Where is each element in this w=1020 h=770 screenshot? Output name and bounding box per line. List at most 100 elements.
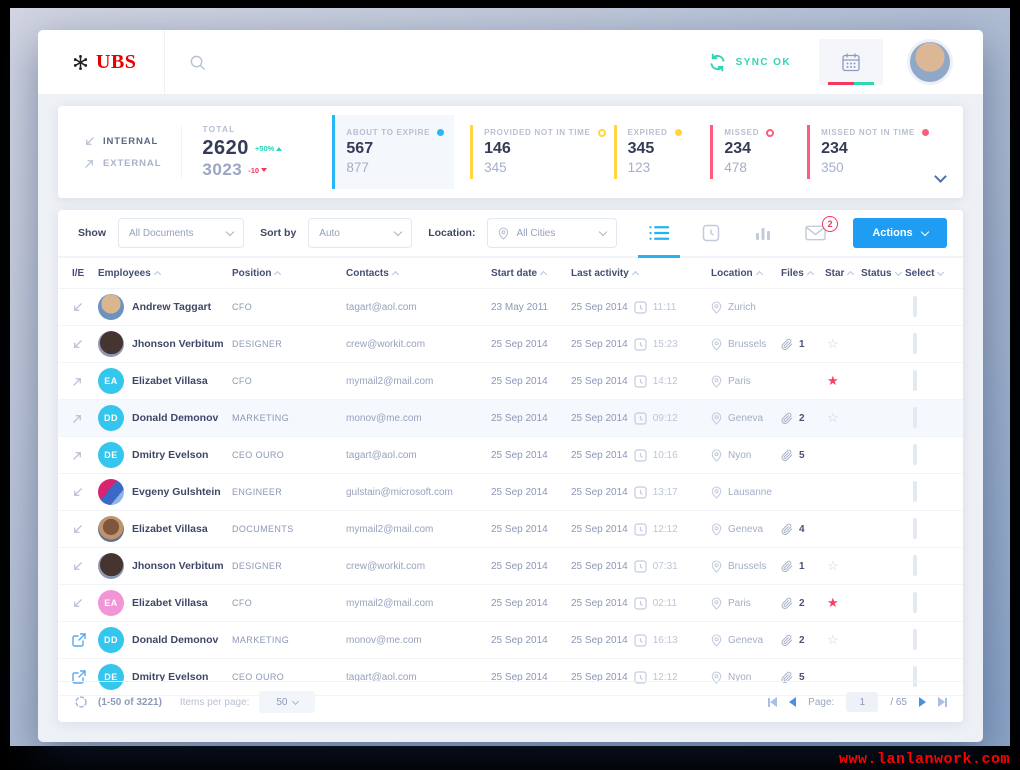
employee-name[interactable]: Jhonson Verbitum xyxy=(132,338,232,350)
employee-name[interactable]: Dmitry Evelson xyxy=(132,449,232,461)
stat-card-missed[interactable]: MISSED 234 478 xyxy=(710,125,799,179)
row-checkbox[interactable] xyxy=(913,370,917,391)
col-header-star[interactable]: Star xyxy=(825,268,861,279)
col-header-contacts[interactable]: Contacts xyxy=(346,268,491,279)
star-outline-icon[interactable]: ☆ xyxy=(827,632,839,647)
employee-name[interactable]: Donald Demonov xyxy=(132,634,232,646)
row-checkbox[interactable] xyxy=(913,481,917,502)
col-header-employees[interactable]: Employees xyxy=(98,268,232,279)
star-cell[interactable]: ☆ xyxy=(825,557,861,575)
star-cell[interactable]: ★ xyxy=(825,372,861,390)
next-page-button[interactable] xyxy=(919,697,926,707)
employee-initials-avatar[interactable]: EA xyxy=(98,368,124,394)
employee-name[interactable]: Jhonson Verbitum xyxy=(132,560,232,572)
files-cell[interactable]: 4 xyxy=(781,523,825,536)
row-checkbox[interactable] xyxy=(913,629,917,650)
actions-button[interactable]: Actions xyxy=(853,218,947,248)
table-row[interactable]: DD Donald Demonov MARKETING monov@me.com 25 … xyxy=(58,400,963,437)
star-cell[interactable]: ☆ xyxy=(825,335,861,353)
table-row[interactable]: Jhonson Verbitum DESIGNER crew@workit.com 2… xyxy=(58,548,963,585)
select-cell[interactable] xyxy=(905,518,949,539)
table-row[interactable]: DD Donald Demonov MARKETING monov@me.com 25 … xyxy=(58,622,963,659)
employee-name[interactable]: Elizabet Villasa xyxy=(132,375,232,387)
table-row[interactable]: Andrew Taggart CFO tagart@aol.com 23 May 20… xyxy=(58,289,963,326)
col-header-start-date[interactable]: Start date xyxy=(491,268,571,279)
star-cell[interactable]: ★ xyxy=(825,594,861,612)
row-checkbox[interactable] xyxy=(913,518,917,539)
prev-page-button[interactable] xyxy=(789,697,797,707)
stat-card-missed-not-in-time[interactable]: MISSED NOT IN TIME 234 350 xyxy=(807,125,929,179)
select-cell[interactable] xyxy=(905,555,949,576)
table-row[interactable]: Elizabet Villasa DOCUMENTS mymail2@mail.co… xyxy=(58,511,963,548)
items-per-page-select[interactable]: 50 xyxy=(259,691,316,713)
employee-initials-avatar[interactable]: DD xyxy=(98,627,124,653)
row-checkbox[interactable] xyxy=(913,592,917,613)
employee-name[interactable]: Donald Demonov xyxy=(132,412,232,424)
stat-card-provided-not-in-time[interactable]: PROVIDED NOT IN TIME 146 345 xyxy=(470,125,606,179)
list-view-button[interactable] xyxy=(633,210,685,258)
calendar-button[interactable] xyxy=(819,39,883,85)
stat-card-expired[interactable]: EXPIRED 345 123 xyxy=(613,125,703,179)
row-checkbox[interactable] xyxy=(913,333,917,354)
employee-initials-avatar[interactable]: DE xyxy=(98,442,124,468)
select-cell[interactable] xyxy=(905,407,949,428)
row-checkbox[interactable] xyxy=(913,407,917,428)
select-cell[interactable] xyxy=(905,444,949,465)
select-cell[interactable] xyxy=(905,629,949,650)
row-checkbox[interactable] xyxy=(913,444,917,465)
files-cell[interactable]: 1 xyxy=(781,338,825,351)
star-filled-icon[interactable]: ★ xyxy=(827,595,839,610)
files-cell[interactable]: 2 xyxy=(781,412,825,425)
star-cell[interactable]: ☆ xyxy=(825,409,861,427)
star-outline-icon[interactable]: ☆ xyxy=(827,558,839,573)
select-cell[interactable] xyxy=(905,481,949,502)
employee-photo-avatar[interactable] xyxy=(98,331,124,357)
col-header-status[interactable]: Status xyxy=(861,268,905,279)
search-icon[interactable] xyxy=(189,54,206,71)
files-cell[interactable]: 2 xyxy=(781,597,825,610)
chart-view-button[interactable] xyxy=(737,210,789,256)
files-cell[interactable]: 1 xyxy=(781,560,825,573)
stats-expand-chevron-icon[interactable] xyxy=(934,170,947,188)
table-row[interactable]: EA Elizabet Villasa CFO mymail2@mail.com 25 … xyxy=(58,585,963,622)
table-row[interactable]: EA Elizabet Villasa CFO mymail2@mail.com 25 … xyxy=(58,363,963,400)
col-header-last-activity[interactable]: Last activity xyxy=(571,268,711,279)
select-cell[interactable] xyxy=(905,333,949,354)
star-filled-icon[interactable]: ★ xyxy=(827,373,839,388)
mail-view-button[interactable]: 2 xyxy=(789,210,841,256)
employee-name[interactable]: Evgeny Gulshtein xyxy=(132,486,232,498)
refresh-icon[interactable] xyxy=(74,695,88,709)
employee-name[interactable]: Elizabet Villasa xyxy=(132,597,232,609)
col-header-location[interactable]: Location xyxy=(711,268,781,279)
star-outline-icon[interactable]: ☆ xyxy=(827,410,839,425)
employee-name[interactable]: Andrew Taggart xyxy=(132,301,232,313)
files-cell[interactable]: 2 xyxy=(781,634,825,647)
sort-select[interactable]: Auto xyxy=(308,218,413,248)
sync-status-button[interactable]: SYNC OK xyxy=(708,53,791,72)
select-cell[interactable] xyxy=(905,592,949,613)
report-view-button[interactable] xyxy=(685,210,737,256)
documents-select[interactable]: All Documents xyxy=(118,218,245,248)
employee-name[interactable]: Elizabet Villasa xyxy=(132,523,232,535)
employee-initials-avatar[interactable]: EA xyxy=(98,590,124,616)
direction-link-icon[interactable] xyxy=(72,633,98,647)
employee-photo-avatar[interactable] xyxy=(98,294,124,320)
stat-card-about-to-expire[interactable]: ABOUT TO EXPIRE 567 877 xyxy=(332,115,455,189)
col-header-position[interactable]: Position xyxy=(232,268,346,279)
col-header-select[interactable]: Select xyxy=(905,268,949,279)
ubs-logo[interactable]: UBS xyxy=(38,51,164,74)
first-page-button[interactable] xyxy=(768,697,778,707)
star-cell[interactable]: ☆ xyxy=(825,631,861,649)
select-cell[interactable] xyxy=(905,296,949,317)
filter-external[interactable]: EXTERNAL xyxy=(84,158,161,169)
table-row[interactable]: Evgeny Gulshtein ENGINEER gulstain@microso… xyxy=(58,474,963,511)
employee-initials-avatar[interactable]: DD xyxy=(98,405,124,431)
row-checkbox[interactable] xyxy=(913,555,917,576)
location-select[interactable]: All Cities xyxy=(487,218,617,248)
last-page-button[interactable] xyxy=(938,697,947,707)
table-row[interactable]: DE Dmitry Evelson CEO OURO tagart@aol.com 25… xyxy=(58,437,963,474)
page-input[interactable]: 1 xyxy=(846,692,879,712)
user-avatar[interactable] xyxy=(907,39,953,85)
employee-photo-avatar[interactable] xyxy=(98,479,124,505)
employee-photo-avatar[interactable] xyxy=(98,516,124,542)
